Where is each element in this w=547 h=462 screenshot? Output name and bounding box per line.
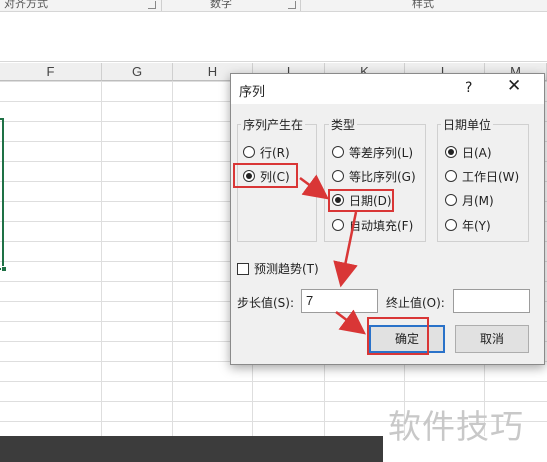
radio-selected-icon — [243, 170, 255, 182]
radio-year[interactable]: 年(Y) — [445, 216, 491, 234]
radio-linear[interactable]: 等差序列(L) — [332, 143, 413, 161]
checkbox-icon — [237, 262, 249, 275]
ok-button[interactable]: 确定 — [369, 325, 445, 353]
trend-checkbox[interactable]: 预测趋势(T) — [237, 260, 319, 277]
ribbon-group-number: 数字 — [210, 0, 232, 10]
radio-row-label: 行(R) — [260, 145, 290, 160]
step-input[interactable]: 7 — [301, 289, 378, 313]
ribbon-group-styles: 样式 — [412, 0, 434, 10]
radio-autofill[interactable]: 自动填充(F) — [332, 216, 413, 234]
radio-linear-label: 等差序列(L) — [349, 145, 414, 160]
fill-handle[interactable] — [1, 266, 7, 272]
trend-label: 预测趋势(T) — [254, 262, 319, 276]
watermark: 软件技巧 — [388, 407, 524, 446]
radio-year-label: 年(Y) — [462, 218, 491, 233]
radio-selected-icon — [445, 146, 457, 158]
radio-month[interactable]: 月(M) — [445, 191, 494, 209]
ribbon-group-alignment: 对齐方式 — [4, 0, 48, 10]
series-in-label: 序列产生在 — [241, 116, 306, 133]
radio-month-label: 月(M) — [462, 193, 494, 208]
type-label: 类型 — [329, 116, 358, 133]
number-launcher-icon[interactable] — [288, 1, 296, 9]
radio-date-label: 日期(D) — [349, 193, 392, 208]
radio-icon — [445, 170, 457, 182]
radio-row[interactable]: 行(R) — [243, 143, 290, 161]
radio-icon — [445, 194, 457, 206]
radio-icon — [243, 146, 255, 158]
radio-weekday[interactable]: 工作日(W) — [445, 167, 519, 185]
taskbar — [0, 436, 383, 462]
radio-selected-icon — [332, 194, 344, 206]
cancel-button[interactable]: 取消 — [455, 325, 529, 353]
ribbon-group-bar: 对齐方式 数字 样式 — [0, 0, 547, 12]
selected-range — [0, 118, 4, 270]
radio-weekday-label: 工作日(W) — [462, 169, 520, 184]
step-label: 步长值(S): — [237, 296, 295, 310]
alignment-launcher-icon[interactable] — [148, 1, 156, 9]
radio-icon — [445, 219, 457, 231]
radio-growth-label: 等比序列(G) — [349, 169, 416, 184]
grid-line — [101, 81, 102, 436]
grid-line — [172, 81, 173, 436]
dialog-title: 序列 — [239, 85, 266, 100]
ribbon-separator — [300, 0, 301, 11]
ribbon-separator — [161, 0, 162, 11]
radio-day-label: 日(A) — [462, 145, 492, 160]
radio-icon — [332, 170, 344, 182]
formula-bar-area[interactable] — [0, 12, 547, 62]
radio-date[interactable]: 日期(D) — [332, 191, 392, 209]
column-header-f[interactable]: F — [0, 63, 102, 81]
radio-icon — [332, 219, 344, 231]
radio-autofill-label: 自动填充(F) — [349, 218, 414, 233]
help-icon[interactable]: ? — [465, 80, 472, 96]
radio-day[interactable]: 日(A) — [445, 143, 492, 161]
dialog-titlebar[interactable]: 序列 ? ✕ — [231, 74, 544, 104]
radio-icon — [332, 146, 344, 158]
stop-input[interactable] — [453, 289, 530, 313]
stop-label: 终止值(O): — [386, 296, 445, 310]
close-icon[interactable]: ✕ — [507, 76, 521, 96]
column-header-g[interactable]: G — [102, 63, 173, 81]
radio-column-label: 列(C) — [260, 169, 290, 184]
radio-growth[interactable]: 等比序列(G) — [332, 167, 416, 185]
series-dialog: 序列 ? ✕ 序列产生在 行(R) 列(C) 类型 等差序列(L) 等比序列(G… — [230, 73, 545, 365]
radio-column[interactable]: 列(C) — [243, 167, 290, 185]
date-unit-label: 日期单位 — [441, 116, 494, 133]
